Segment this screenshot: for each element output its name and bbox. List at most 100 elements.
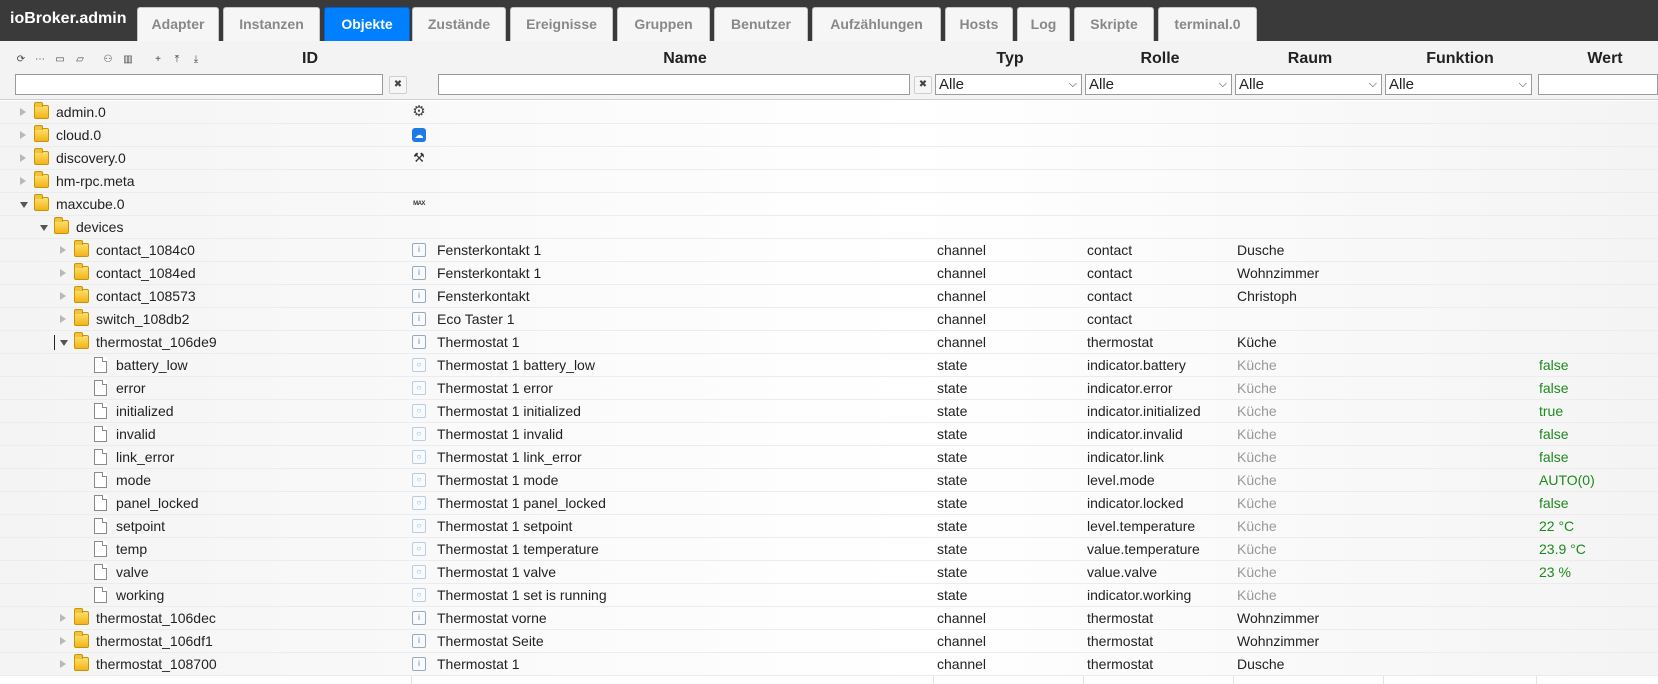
object-role: indicator.error <box>1087 380 1173 396</box>
table-row[interactable]: setpoint ○ Thermostat 1 setpoint state level… <box>0 515 1658 538</box>
table-row[interactable]: maxcube.0 MAX <box>0 193 1658 216</box>
tab-aufzaehlungen[interactable]: Aufzählungen <box>812 7 941 41</box>
function-filter-value: Alle <box>1389 76 1415 93</box>
state-icon: ○ <box>412 542 426 556</box>
object-value: false <box>1539 495 1569 511</box>
table-row[interactable]: switch_108db2 i Eco Taster 1 channel contact <box>0 308 1658 331</box>
object-type: channel <box>937 610 987 626</box>
folder-icon <box>34 102 49 119</box>
tab-hosts[interactable]: Hosts <box>945 7 1013 41</box>
object-value: false <box>1539 380 1569 396</box>
table-row[interactable]: contact_1084ed i Fensterkontakt 1 channel co… <box>0 262 1658 285</box>
expand-all-icon[interactable]: ⤓ <box>189 53 203 67</box>
expand-triangle-icon[interactable] <box>60 292 66 300</box>
expand-triangle-icon[interactable] <box>20 131 26 139</box>
table-row[interactable]: thermostat_108700 i Thermostat 1 channel the… <box>0 653 1658 676</box>
object-id: temp <box>116 541 148 557</box>
value-filter-input[interactable] <box>1538 74 1658 95</box>
object-type: state <box>937 587 968 603</box>
column-header-type[interactable]: Typ <box>980 50 1040 68</box>
table-row[interactable]: thermostat_106de9 i Thermostat 1 channel the… <box>0 331 1658 354</box>
refresh-icon[interactable]: ⟳ <box>14 53 28 67</box>
tab-gruppen[interactable]: Gruppen <box>617 7 710 41</box>
clear-name-filter-button[interactable]: ✖ <box>914 76 932 94</box>
expand-triangle-icon[interactable] <box>20 154 26 162</box>
object-value: false <box>1539 449 1569 465</box>
expand-triangle-icon[interactable] <box>60 246 66 254</box>
folder-icon[interactable]: ▭ <box>53 53 67 67</box>
channel-icon: i <box>412 657 426 671</box>
table-row[interactable]: hm-rpc.meta <box>0 170 1658 193</box>
table-row[interactable]: contact_108573 i Fensterkontakt channel cont… <box>0 285 1658 308</box>
cloud-icon: ☁ <box>412 128 426 142</box>
table-row[interactable]: invalid ○ Thermostat 1 invalid state indicat… <box>0 423 1658 446</box>
clear-id-filter-button[interactable]: ✖ <box>389 76 407 94</box>
role-filter-select[interactable]: Alle ⌵ <box>1085 74 1232 95</box>
table-row[interactable]: battery_low ○ Thermostat 1 battery_low stat… <box>0 354 1658 377</box>
expand-triangle-icon[interactable] <box>20 177 26 185</box>
object-name: Thermostat Seite <box>437 633 544 649</box>
tab-objekte[interactable]: Objekte <box>324 7 410 41</box>
object-role: contact <box>1087 311 1133 327</box>
table-row[interactable]: cloud.0 ☁ <box>0 124 1658 147</box>
user-icon[interactable]: ⚇ <box>101 53 115 67</box>
object-value: AUTO(0) <box>1539 472 1595 488</box>
object-type: channel <box>937 242 987 258</box>
table-row[interactable]: link_error ○ Thermostat 1 link_error state i… <box>0 446 1658 469</box>
table-row[interactable]: error ○ Thermostat 1 error state indicator.e… <box>0 377 1658 400</box>
tab-ereignisse[interactable]: Ereignisse <box>510 7 613 41</box>
table-row[interactable]: temp ○ Thermostat 1 temperature state value.… <box>0 538 1658 561</box>
expand-triangle-icon[interactable] <box>60 614 66 622</box>
tab-skripte[interactable]: Skripte <box>1074 7 1154 41</box>
tab-terminal[interactable]: terminal.0 <box>1158 7 1257 41</box>
function-filter-select[interactable]: Alle ⌵ <box>1385 74 1532 95</box>
expand-triangle-icon[interactable] <box>60 660 66 668</box>
column-header-value[interactable]: Wert <box>1560 50 1650 68</box>
tab-benutzer[interactable]: Benutzer <box>714 7 808 41</box>
object-name: Thermostat 1 battery_low <box>437 357 595 373</box>
column-header-name[interactable]: Name <box>640 50 730 68</box>
folder-icon <box>74 608 89 625</box>
table-row[interactable]: contact_1084c0 i Fensterkontakt 1 channel co… <box>0 239 1658 262</box>
table-row[interactable]: panel_locked ○ Thermostat 1 panel_locked st… <box>0 492 1658 515</box>
list-icon[interactable]: ⋯ <box>33 53 47 67</box>
object-value: 22 °C <box>1539 518 1575 534</box>
tab-instanzen[interactable]: Instanzen <box>223 7 320 41</box>
room-filter-select[interactable]: Alle ⌵ <box>1235 74 1382 95</box>
file-icon <box>94 495 107 511</box>
book-icon[interactable]: ▥ <box>121 53 135 67</box>
column-header-id[interactable]: ID <box>290 50 330 68</box>
column-header-role[interactable]: Rolle <box>1120 50 1200 68</box>
collapse-triangle-icon[interactable] <box>20 202 28 208</box>
collapse-triangle-icon[interactable] <box>60 340 68 346</box>
column-header-room[interactable]: Raum <box>1270 50 1350 68</box>
type-filter-select[interactable]: Alle ⌵ <box>935 74 1082 95</box>
table-row[interactable]: valve ○ Thermostat 1 valve state value.valve… <box>0 561 1658 584</box>
folder-open-icon[interactable]: ▱ <box>73 53 87 67</box>
expand-triangle-icon[interactable] <box>20 108 26 116</box>
expand-triangle-icon[interactable] <box>60 637 66 645</box>
tab-adapter[interactable]: Adapter <box>137 7 219 41</box>
table-row[interactable]: working ○ Thermostat 1 set is running state… <box>0 584 1658 607</box>
name-filter-input[interactable] <box>438 74 910 95</box>
expand-triangle-icon[interactable] <box>60 269 66 277</box>
collapse-all-icon[interactable]: ⤒ <box>170 53 184 67</box>
table-row[interactable]: thermostat_106df1 i Thermostat Seite channe… <box>0 630 1658 653</box>
object-id: contact_1084c0 <box>96 242 195 258</box>
table-row[interactable]: devices <box>0 216 1658 239</box>
column-header-function[interactable]: Funktion <box>1410 50 1510 68</box>
object-id: admin.0 <box>56 104 106 120</box>
tab-zustaende[interactable]: Zustände <box>412 7 506 41</box>
id-filter-input[interactable] <box>15 74 383 95</box>
object-name: Thermostat vorne <box>437 610 547 626</box>
table-row[interactable]: initialized ○ Thermostat 1 initialized stat… <box>0 400 1658 423</box>
add-icon[interactable]: + <box>151 53 165 67</box>
object-role: contact <box>1087 265 1133 281</box>
table-row[interactable]: admin.0 ⚙ <box>0 101 1658 124</box>
table-row[interactable]: discovery.0 ⚒ <box>0 147 1658 170</box>
tab-log[interactable]: Log <box>1017 7 1070 41</box>
table-row[interactable]: mode ○ Thermostat 1 mode state level.mode Küc… <box>0 469 1658 492</box>
table-row[interactable]: thermostat_106dec i Thermostat vorne channe… <box>0 607 1658 630</box>
collapse-triangle-icon[interactable] <box>40 225 48 231</box>
expand-triangle-icon[interactable] <box>60 315 66 323</box>
